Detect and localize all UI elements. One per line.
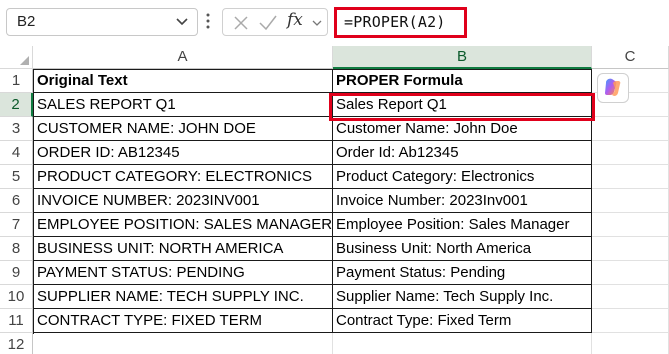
check-icon[interactable]: [257, 13, 279, 33]
cell-c9[interactable]: [592, 261, 669, 285]
column-header-a[interactable]: A: [33, 46, 333, 69]
cell-b7[interactable]: Employee Position: Sales Manager: [333, 213, 592, 237]
cell-b4[interactable]: Order Id: Ab12345: [333, 141, 592, 165]
worksheet-grid: A B C 1 Original Text PROPER Formula 2 SALES…: [0, 46, 669, 354]
cell-a4[interactable]: ORDER ID: AB12345: [34, 141, 333, 165]
cell-a6[interactable]: INVOICE NUMBER: 2023INV001: [34, 189, 333, 213]
cell-b9[interactable]: Payment Status: Pending: [333, 261, 592, 285]
cell-b8[interactable]: Business Unit: North America: [333, 237, 592, 261]
cell-a3[interactable]: CUSTOMER NAME: JOHN DOE: [34, 117, 333, 141]
row-header-6[interactable]: 6: [0, 189, 33, 213]
row-header-12[interactable]: 12: [0, 333, 33, 354]
cell-c11[interactable]: [592, 309, 669, 333]
cell-a9[interactable]: PAYMENT STATUS: PENDING: [34, 261, 333, 285]
cell-b11[interactable]: Contract Type: Fixed Term: [333, 309, 592, 333]
chevron-down-icon[interactable]: [175, 13, 189, 29]
row-header-2[interactable]: 2: [0, 93, 33, 117]
cell-c8[interactable]: [592, 237, 669, 261]
cell-a2[interactable]: SALES REPORT Q1: [34, 93, 333, 117]
formula-bar: B2 fx =PROPER(A2): [0, 0, 669, 44]
cell-a5[interactable]: PRODUCT CATEGORY: ELECTRONICS: [34, 165, 333, 189]
cell-c7[interactable]: [592, 213, 669, 237]
row-header-5[interactable]: 5: [0, 165, 33, 189]
cell-b1[interactable]: PROPER Formula: [333, 69, 592, 93]
row-header-1[interactable]: 1: [0, 69, 33, 93]
select-all-button[interactable]: [0, 46, 33, 69]
cell-a12[interactable]: [34, 333, 333, 354]
cell-c10[interactable]: [592, 285, 669, 309]
cell-a7[interactable]: EMPLOYEE POSITION: SALES MANAGER: [34, 213, 333, 237]
formula-text: =PROPER(A2): [344, 13, 446, 31]
select-all-triangle-icon: [20, 56, 29, 65]
cell-c6[interactable]: [592, 189, 669, 213]
chevron-down-icon[interactable]: [311, 17, 323, 29]
cell-a11[interactable]: CONTRACT TYPE: FIXED TERM: [34, 309, 333, 333]
row-header-3[interactable]: 3: [0, 117, 33, 141]
cell-c3[interactable]: [592, 117, 669, 141]
row-header-10[interactable]: 10: [0, 285, 33, 309]
close-icon[interactable]: [231, 13, 251, 33]
column-header-b[interactable]: B: [333, 46, 592, 69]
cell-a8[interactable]: BUSINESS UNIT: NORTH AMERICA: [34, 237, 333, 261]
active-cell-highlight: [329, 93, 595, 121]
name-box[interactable]: B2: [6, 8, 198, 36]
vertical-ellipsis-icon[interactable]: [205, 12, 211, 30]
fx-icon[interactable]: fx: [287, 10, 303, 30]
cell-c4[interactable]: [592, 141, 669, 165]
row-header-4[interactable]: 4: [0, 141, 33, 165]
cell-c5[interactable]: [592, 165, 669, 189]
row-header-8[interactable]: 8: [0, 237, 33, 261]
cell-b5[interactable]: Product Category: Electronics: [333, 165, 592, 189]
cell-b6[interactable]: Invoice Number: 2023Inv001: [333, 189, 592, 213]
row-header-9[interactable]: 9: [0, 261, 33, 285]
copilot-icon: [605, 78, 621, 96]
formula-input[interactable]: =PROPER(A2): [334, 7, 467, 38]
formula-bar-actions: fx: [222, 8, 328, 36]
row-header-7[interactable]: 7: [0, 213, 33, 237]
cell-a1[interactable]: Original Text: [34, 69, 333, 93]
cell-b10[interactable]: Supplier Name: Tech Supply Inc.: [333, 285, 592, 309]
cell-b12[interactable]: [333, 333, 592, 354]
cell-c12[interactable]: [592, 333, 669, 354]
name-box-value: B2: [17, 13, 36, 30]
cell-a10[interactable]: SUPPLIER NAME: TECH SUPPLY INC.: [34, 285, 333, 309]
copilot-button[interactable]: [597, 73, 629, 103]
row-header-11[interactable]: 11: [0, 309, 33, 333]
column-header-c[interactable]: C: [592, 46, 669, 69]
